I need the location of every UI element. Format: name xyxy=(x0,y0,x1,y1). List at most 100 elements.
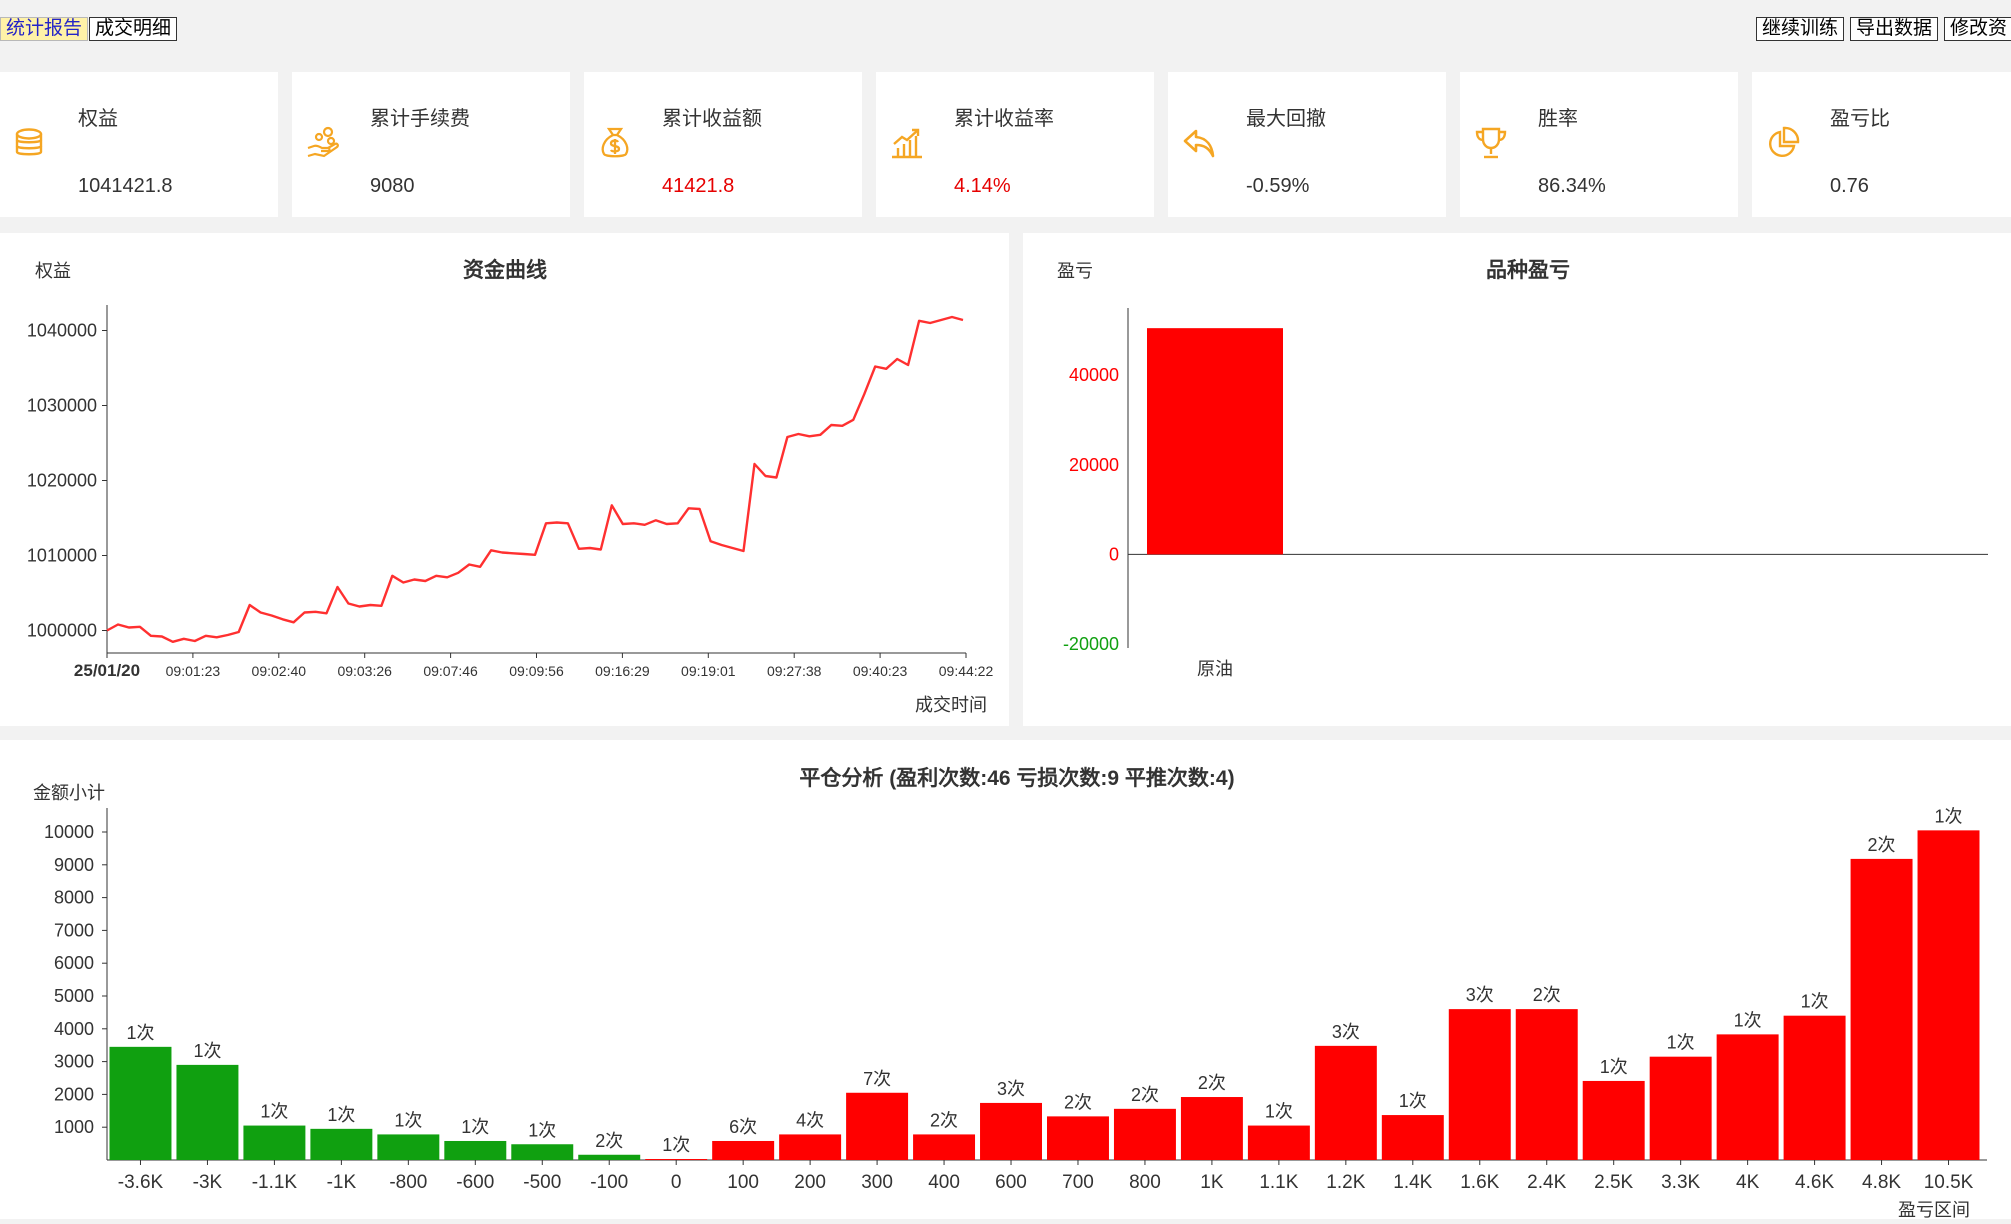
x-axis-label: 盈亏区间 xyxy=(1898,1200,1970,1219)
stat-card-fees: 累计手续费 9080 xyxy=(292,72,570,217)
stat-value: 1041421.8 xyxy=(78,175,173,197)
product-bar xyxy=(1147,328,1283,555)
stat-label: 权益 xyxy=(78,108,118,130)
equity-series-line xyxy=(106,315,964,643)
distribution-bar xyxy=(109,1046,172,1160)
x-tick-label: 09:27:38 xyxy=(767,663,822,679)
equity-curve-chart: 权益 资金曲线 成交时间 1000000 1010000 1020000 103000… xyxy=(27,258,994,715)
x-tick-label: -1.1K xyxy=(252,1172,298,1193)
product-pl-panel: 盈亏 品种盈亏 -20000 0 20000 40000 原油 xyxy=(1023,233,2011,726)
bar-count-label: 3次 xyxy=(1466,985,1494,1005)
x-tick-label: 3.3K xyxy=(1661,1172,1700,1193)
bar-count-label: 3次 xyxy=(997,1079,1025,1099)
bar-count-label: 1次 xyxy=(394,1110,422,1130)
distribution-bar xyxy=(1850,858,1913,1160)
bar-count-label: 1次 xyxy=(461,1117,489,1137)
x-tick-label: -3K xyxy=(193,1172,223,1193)
y-axis-label: 盈亏 xyxy=(1057,261,1093,281)
bar-count-label: 1次 xyxy=(126,1023,154,1043)
y-tick-label: 1030000 xyxy=(27,396,97,416)
y-tick-label: 6000 xyxy=(54,953,94,973)
stat-label: 胜率 xyxy=(1538,108,1578,130)
bar-count-label: 2次 xyxy=(1533,985,1561,1005)
x-tick-label: -100 xyxy=(590,1172,628,1193)
y-tick-label: 1010000 xyxy=(27,546,97,566)
bar-count-label: 2次 xyxy=(1198,1073,1226,1093)
stat-value: 4.14% xyxy=(954,175,1011,197)
y-tick-label: 1000000 xyxy=(27,621,97,641)
x-tick-label: 300 xyxy=(861,1172,893,1193)
bar-count-label: 2次 xyxy=(930,1110,958,1130)
distribution-bar xyxy=(1381,1115,1444,1160)
distribution-bar xyxy=(1247,1125,1310,1160)
x-tick-label: 800 xyxy=(1129,1172,1161,1193)
y-tick-label: 1020000 xyxy=(27,471,97,491)
y-tick-label: 9000 xyxy=(54,855,94,875)
y-tick-label: 4000 xyxy=(54,1019,94,1039)
distribution-bar xyxy=(846,1092,909,1160)
bar-count-label: 1次 xyxy=(1935,806,1963,826)
distribution-bar xyxy=(1047,1116,1109,1160)
bar-count-label: 1次 xyxy=(1399,1091,1427,1111)
y-tick-label: 2000 xyxy=(54,1084,94,1104)
bar-count-label: 1次 xyxy=(1801,992,1829,1012)
stat-value: 0.76 xyxy=(1830,175,1869,197)
y-axis-label: 金额小计 xyxy=(33,783,105,803)
stat-label: 累计收益额 xyxy=(662,108,762,130)
distribution-bar xyxy=(913,1134,976,1160)
modify-funds-button[interactable]: 修改资 xyxy=(1944,17,2011,41)
distribution-bar xyxy=(578,1154,641,1160)
y-tick-label: -20000 xyxy=(1063,634,1119,654)
y-tick-label: 7000 xyxy=(54,920,94,940)
y-tick-label: 1040000 xyxy=(27,321,97,341)
bar-count-label: 1次 xyxy=(193,1041,221,1061)
y-tick-label: 8000 xyxy=(54,888,94,908)
x-tick-label: -800 xyxy=(389,1172,427,1193)
distribution-bar xyxy=(1582,1080,1645,1160)
export-data-button[interactable]: 导出数据 xyxy=(1850,17,1939,41)
stat-value: -0.59% xyxy=(1246,175,1310,197)
distribution-bar xyxy=(1314,1045,1377,1160)
y-tick-label: 40000 xyxy=(1069,365,1119,385)
y-tick-label: 0 xyxy=(1109,544,1119,564)
x-tick-label: 原油 xyxy=(1197,659,1233,679)
x-tick-label: 2.4K xyxy=(1527,1172,1566,1193)
close-analysis-chart: 平仓分析 (盈利次数:46 亏损次数:9 平推次数:4) 金额小计 盈亏区间 1… xyxy=(33,766,1987,1220)
x-tick-label: 1.2K xyxy=(1326,1172,1365,1193)
x-tick-label: -500 xyxy=(523,1172,561,1193)
x-tick-label: 1.4K xyxy=(1393,1172,1432,1193)
x-tick-label: 0 xyxy=(671,1172,682,1193)
distribution-bar xyxy=(980,1102,1042,1160)
x-axis-label: 成交时间 xyxy=(915,695,987,715)
distribution-bar xyxy=(176,1064,239,1160)
x-tick-label: -1K xyxy=(327,1172,357,1193)
tab-trade-detail[interactable]: 成交明细 xyxy=(89,17,178,41)
x-tick-label: 09:44:22 xyxy=(939,663,994,679)
undo-arrow-icon xyxy=(1183,129,1215,158)
stat-label: 累计收益率 xyxy=(954,108,1054,130)
bar-count-label: 4次 xyxy=(796,1110,824,1130)
database-coins-icon xyxy=(15,128,43,156)
x-tick-label: 09:02:40 xyxy=(252,663,307,679)
chart-title: 平仓分析 (盈利次数:46 亏损次数:9 平推次数:4) xyxy=(799,766,1234,790)
stat-card-return-rate: 累计收益率 4.14% xyxy=(876,72,1154,217)
x-tick-label: 09:40:23 xyxy=(853,663,908,679)
x-tick-label: 2.5K xyxy=(1594,1172,1633,1193)
distribution-bar xyxy=(377,1134,440,1160)
x-tick-label: -3.6K xyxy=(118,1172,164,1193)
x-tick-label: 4.8K xyxy=(1862,1172,1901,1193)
y-axis-label: 权益 xyxy=(35,261,71,281)
bar-count-label: 1次 xyxy=(327,1105,355,1125)
continue-training-button[interactable]: 继续训练 xyxy=(1756,17,1845,41)
x-tick-label: 700 xyxy=(1062,1172,1094,1193)
y-tick-label: 20000 xyxy=(1069,455,1119,475)
bar-count-label: 2次 xyxy=(1131,1085,1159,1105)
x-tick-label: 100 xyxy=(727,1172,759,1193)
x-tick-label: 09:03:26 xyxy=(337,663,392,679)
x-tick-label: 25/01/20 xyxy=(74,661,140,680)
stat-label: 累计手续费 xyxy=(370,108,470,130)
stat-value: 86.34% xyxy=(1538,175,1606,197)
tab-stat-report[interactable]: 统计报告 xyxy=(0,17,89,41)
distribution-bar xyxy=(712,1140,775,1160)
bar-count-label: 1次 xyxy=(1667,1033,1695,1053)
